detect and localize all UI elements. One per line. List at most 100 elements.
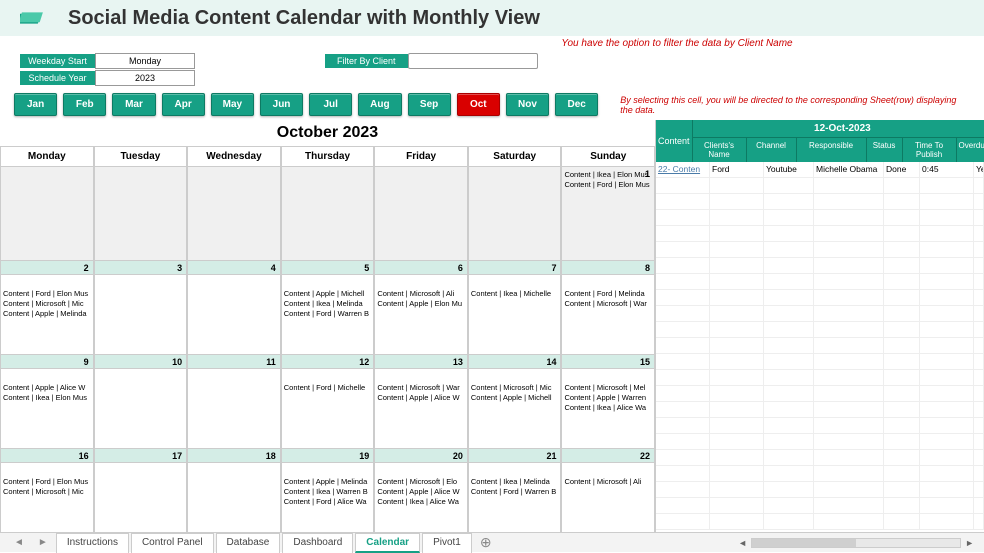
detail-row-empty (656, 194, 984, 210)
detail-row-empty (656, 434, 984, 450)
calendar-date-number: 14 (546, 357, 556, 367)
calendar-cell[interactable] (94, 167, 188, 261)
month-tab-aug[interactable]: Aug (358, 93, 401, 116)
calendar-cell-content: Content | Microsoft | MelContent | Apple… (564, 383, 652, 412)
calendar-cell[interactable]: 17 (94, 449, 188, 543)
sheet-tab-control-panel[interactable]: Control Panel (131, 533, 214, 553)
calendar-cell[interactable]: 9Content | Apple | Alice WContent | Ikea… (0, 355, 94, 449)
calendar-cell-content: Content | Apple | Alice WContent | Ikea … (3, 383, 91, 403)
calendar-cell[interactable]: 6Content | Microsoft | AliContent | Appl… (374, 261, 468, 355)
calendar-cell[interactable]: 18 (187, 449, 281, 543)
calendar-cell[interactable]: 7Content | Ikea | Michelle (468, 261, 562, 355)
horizontal-scrollbar[interactable]: ◄ ► (734, 538, 984, 548)
month-tab-oct[interactable]: Oct (457, 93, 500, 116)
detail-row-empty (656, 402, 984, 418)
calendar-entry: Content | Ford | Elon Mus (3, 289, 91, 299)
calendar-cell[interactable]: 13Content | Microsoft | WarContent | App… (374, 355, 468, 449)
calendar-entry: Content | Ford | Elon Mus (3, 477, 91, 487)
calendar-cell[interactable]: 19Content | Apple | MelindaContent | Ike… (281, 449, 375, 543)
month-tab-dec[interactable]: Dec (555, 93, 598, 116)
month-tab-mar[interactable]: Mar (112, 93, 155, 116)
calendar-cell-content: Content | Microsoft | Ali (564, 477, 652, 487)
scroll-track[interactable] (751, 538, 961, 548)
scroll-left-icon[interactable]: ◄ (734, 538, 751, 548)
calendar-cell[interactable] (0, 167, 94, 261)
detail-row[interactable]: 22- ContenFordYoutubeMichelle ObamaDone0… (656, 162, 984, 178)
calendar-cell[interactable]: 21Content | Ikea | MelindaContent | Ford… (468, 449, 562, 543)
calendar-row: 16Content | Ford | Elon MusContent | Mic… (0, 449, 655, 543)
calendar-cell[interactable] (374, 167, 468, 261)
month-tab-jul[interactable]: Jul (309, 93, 352, 116)
schedule-year-value[interactable]: 2023 (95, 70, 195, 86)
calendar-cell[interactable]: 10 (94, 355, 188, 449)
detail-row-empty (656, 482, 984, 498)
month-tab-apr[interactable]: Apr (162, 93, 205, 116)
calendar-cell[interactable] (468, 167, 562, 261)
calendar-cell[interactable] (187, 167, 281, 261)
calendar-cell[interactable]: 20Content | Microsoft | EloContent | App… (374, 449, 468, 543)
sheet-tab-instructions[interactable]: Instructions (56, 533, 129, 553)
tabs-nav-right-icon[interactable]: ► (32, 537, 54, 548)
weekday-start-label: Weekday Start (20, 54, 95, 68)
tabs-nav-left-icon[interactable]: ◄ (8, 537, 30, 548)
detail-panel-body: 22- ContenFordYoutubeMichelle ObamaDone0… (656, 162, 984, 540)
month-tab-nov[interactable]: Nov (506, 93, 549, 116)
calendar-entry: Content | Microsoft | Elo (377, 477, 465, 487)
calendar-entry: Content | Ikea | Michelle (471, 289, 559, 299)
calendar-date-number: 3 (177, 263, 182, 273)
month-tab-jun[interactable]: Jun (260, 93, 303, 116)
calendar-cell[interactable]: 3 (94, 261, 188, 355)
calendar-entry: Content | Apple | Melinda (3, 309, 91, 319)
detail-col-status: Status (867, 138, 903, 162)
month-tab-jan[interactable]: Jan (14, 93, 57, 116)
sheet-tab-database[interactable]: Database (216, 533, 281, 553)
scroll-right-icon[interactable]: ► (961, 538, 978, 548)
calendar-cell[interactable]: 11 (187, 355, 281, 449)
month-tab-feb[interactable]: Feb (63, 93, 106, 116)
weekday-start-value[interactable]: Monday (95, 53, 195, 69)
calendar-date-number: 16 (79, 451, 89, 461)
calendar-entry: Content | Apple | Michell (284, 289, 372, 299)
calendar-date-number: 2 (84, 263, 89, 273)
calendar-date-number: 6 (458, 263, 463, 273)
calendar-cell[interactable]: 2 Content | Ford | Elon MusContent | Micr… (0, 261, 94, 355)
calendar-cell[interactable]: 1Content | Ikea | Elon MusContent | Ford… (561, 167, 655, 261)
calendar-cell[interactable]: 14 Content | Microsoft | MicContent | App… (468, 355, 562, 449)
calendar-cell[interactable]: 5Content | Apple | MichellContent | Ikea… (281, 261, 375, 355)
calendar-cell[interactable]: 22 Content | Microsoft | Ali (561, 449, 655, 543)
scroll-thumb[interactable] (752, 539, 856, 547)
sheet-tab-pivot1[interactable]: Pivot1 (422, 533, 472, 553)
month-tab-may[interactable]: May (211, 93, 254, 116)
calendar-cell[interactable]: 12Content | Ford | Michelle (281, 355, 375, 449)
calendar-cell[interactable]: 15Content | Microsoft | MelContent | App… (561, 355, 655, 449)
date-strip (95, 261, 187, 275)
calendar-date-number: 10 (172, 357, 182, 367)
calendar-entry: Content | Ikea | Alice Wa (377, 497, 465, 507)
calendar-cell[interactable] (281, 167, 375, 261)
date-strip (1, 261, 93, 275)
calendar-cell[interactable]: 8Content | Ford | MelindaContent | Micro… (561, 261, 655, 355)
calendar-entry: Content | Ford | Warren B (471, 487, 559, 497)
calendar-date-number: 22 (640, 451, 650, 461)
calendar-entry: Content | Microsoft | Mic (3, 299, 91, 309)
calendar-cell[interactable]: 16 Content | Ford | Elon MusContent | Mic… (0, 449, 94, 543)
add-sheet-button[interactable]: ⊕ (474, 534, 498, 551)
sheet-tab-calendar[interactable]: Calendar (355, 533, 420, 553)
calendar-grid: 1Content | Ikea | Elon MusContent | Ford… (0, 167, 655, 543)
sheet-tab-dashboard[interactable]: Dashboard (282, 533, 353, 553)
calendar-panel: October 2023 MondayTuesdayWednesdayThurs… (0, 120, 656, 540)
detail-cell-status: Done (884, 162, 920, 177)
calendar-cell-content: Content | Ford | Elon MusContent | Micro… (3, 477, 91, 497)
calendar-entry: Content | Microsoft | Ali (377, 289, 465, 299)
filter-by-client-input[interactable] (408, 53, 538, 69)
weekday-header-cell: Friday (374, 147, 468, 167)
weekday-header-cell: Thursday (281, 147, 375, 167)
month-tab-sep[interactable]: Sep (408, 93, 451, 116)
detail-row-empty (656, 386, 984, 402)
calendar-cell-content: Content | Microsoft | MicContent | Apple… (471, 383, 559, 403)
schedule-year-label: Schedule Year (20, 71, 95, 85)
calendar-cell-content: Content | Ford | Elon MusContent | Micro… (3, 289, 91, 318)
calendar-cell[interactable]: 4 (187, 261, 281, 355)
detail-cell-content[interactable]: 22- Conten (656, 162, 710, 177)
calendar-cell-content: Content | Microsoft | EloContent | Apple… (377, 477, 465, 506)
